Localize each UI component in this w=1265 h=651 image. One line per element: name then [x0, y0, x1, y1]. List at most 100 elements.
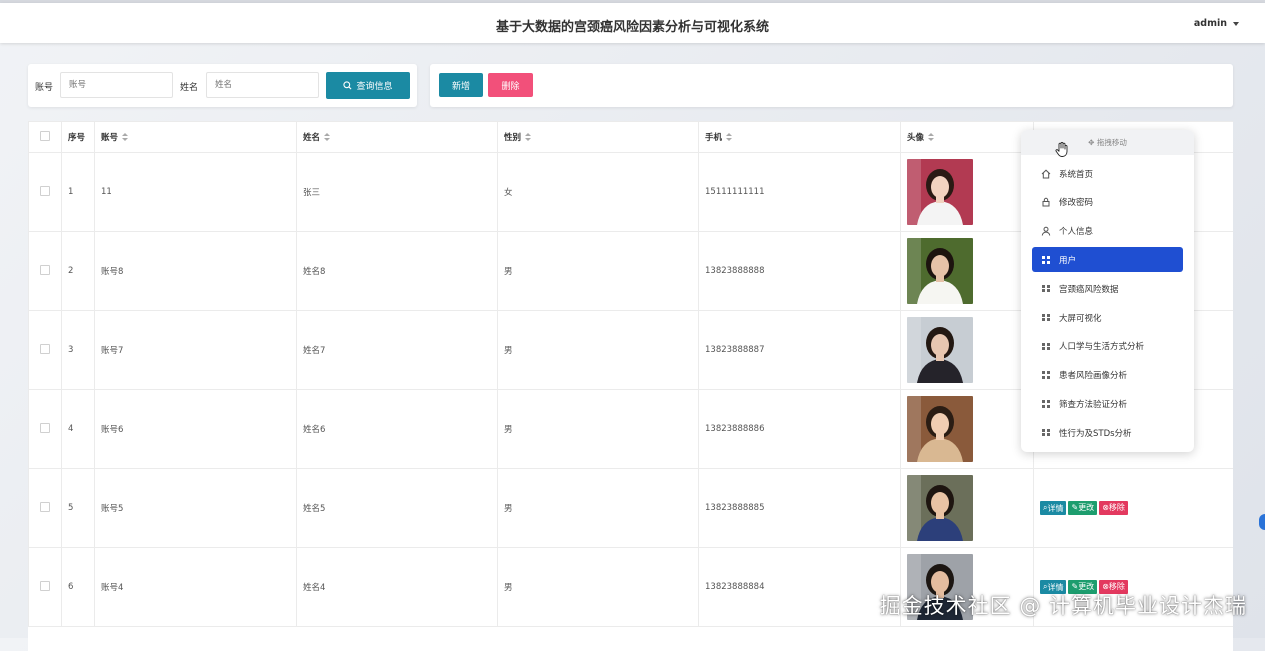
row-gender: 男: [497, 547, 699, 627]
row-gender: 男: [497, 310, 699, 390]
row-gender: 男: [497, 468, 699, 548]
row-gender: 男: [497, 389, 699, 469]
side-toggle-handle[interactable]: [1259, 514, 1265, 530]
row-avatar: [900, 152, 1034, 232]
lock-icon: [1041, 197, 1051, 207]
menu-item[interactable]: 人口学与生活方式分析: [1032, 334, 1183, 359]
sort-icon[interactable]: [928, 133, 935, 142]
add-button[interactable]: 新增: [439, 73, 483, 97]
menu-item[interactable]: 个人信息: [1032, 219, 1183, 244]
row-avatar: [900, 468, 1034, 548]
menu-item[interactable]: 大屏可视化: [1032, 305, 1183, 330]
row-phone: 13823888885: [698, 468, 901, 548]
column-header-avatar[interactable]: 头像: [900, 121, 1034, 153]
row-avatar: [900, 310, 1034, 390]
search-button[interactable]: 查询信息: [326, 72, 410, 99]
row-actions: ⌕ 详情 ✎ 更改 ⊗ 移除: [1033, 468, 1233, 548]
menu-item-label: 系统首页: [1059, 169, 1094, 180]
menu-item-label: 修改密码: [1059, 198, 1094, 209]
menu-item-label: 患者风险画像分析: [1059, 371, 1128, 382]
view-button[interactable]: ⌕ 详情: [1040, 501, 1067, 516]
sort-icon[interactable]: [525, 133, 532, 142]
column-header-name[interactable]: 姓名: [296, 121, 498, 153]
row-checkbox[interactable]: [40, 264, 50, 275]
row-checkbox[interactable]: [40, 343, 50, 354]
drag-handle[interactable]: ✥ 拖拽移动: [1021, 130, 1194, 155]
table-row[interactable]: 5 账号5 姓名5 男 13823888885 ⌕ 详情 ✎ 更改 ⊗ 移除: [28, 468, 1233, 548]
menu-item-label: 用户: [1059, 255, 1077, 266]
row-account: 账号8: [94, 231, 297, 311]
menu-item[interactable]: 性行为及STDs分析: [1032, 420, 1183, 445]
sort-icon[interactable]: [726, 133, 733, 142]
select-all-checkbox[interactable]: [40, 130, 50, 141]
account-search-input[interactable]: [60, 72, 173, 98]
column-header-label: 性别: [504, 133, 522, 143]
menu-item[interactable]: 患者风险画像分析: [1032, 363, 1183, 388]
remove-button[interactable]: ⊗ 移除: [1099, 500, 1128, 515]
grid-icon: [1041, 341, 1051, 351]
user-icon: [1041, 226, 1051, 236]
row-checkbox[interactable]: [40, 580, 50, 591]
row-phone: 15111111111: [698, 152, 901, 232]
pencil-icon: ✎: [1071, 503, 1079, 513]
menu-item[interactable]: 修改密码: [1032, 190, 1183, 215]
row-name: 姓名4: [296, 547, 498, 627]
sort-icon[interactable]: [122, 133, 129, 142]
column-header: 序号: [61, 121, 95, 153]
remove-circle-icon: ⊗: [1102, 503, 1109, 513]
account-label: 账号: [35, 83, 54, 93]
menu-item-label: 大屏可视化: [1059, 313, 1102, 324]
menu-item[interactable]: 宫颈癌风险数据: [1032, 276, 1183, 301]
column-header-label: 账号: [101, 133, 119, 143]
menu-item[interactable]: 系统首页: [1032, 161, 1183, 186]
name-label: 姓名: [180, 83, 199, 93]
row-avatar: [900, 389, 1034, 469]
grid-icon: [1041, 284, 1051, 294]
hand-cursor-icon: [1055, 142, 1068, 157]
user-menu[interactable]: admin: [1194, 18, 1239, 29]
grid-icon: [1041, 428, 1051, 438]
row-phone: 13823888888: [698, 231, 901, 311]
column-header-phone[interactable]: 手机: [698, 121, 901, 153]
avatar: [907, 238, 973, 304]
grid-icon: [1041, 370, 1051, 380]
row-account: 11: [94, 152, 297, 232]
row-checkbox[interactable]: [40, 501, 50, 512]
row-index: 1: [61, 152, 95, 232]
search-panel: 账号 姓名 查询信息: [28, 64, 417, 107]
row-phone: 13823888884: [698, 547, 901, 627]
row-gender: 男: [497, 231, 699, 311]
menu-item-label: 人口学与生活方式分析: [1059, 342, 1145, 353]
edit-label: 更改: [1078, 503, 1095, 513]
sort-icon[interactable]: [324, 133, 331, 142]
menu-item[interactable]: 用户: [1032, 247, 1183, 273]
row-name: 张三: [296, 152, 498, 232]
name-search-input[interactable]: [206, 72, 319, 98]
row-index: 5: [61, 468, 95, 548]
home-icon: [1041, 169, 1051, 179]
search-button-label: 查询信息: [356, 82, 393, 92]
row-name: 姓名6: [296, 389, 498, 469]
column-header-gender[interactable]: 性别: [497, 121, 699, 153]
page-title: 基于大数据的宫颈癌风险因素分析与可视化系统: [495, 20, 769, 35]
row-avatar: [900, 231, 1034, 311]
search-icon: [343, 81, 352, 90]
view-label: 详情: [1047, 503, 1064, 513]
column-header-account[interactable]: 账号: [94, 121, 297, 153]
row-checkbox[interactable]: [40, 185, 50, 196]
chevron-down-icon: [1233, 21, 1239, 26]
grid-icon: [1041, 399, 1051, 409]
column-header-label: 头像: [907, 133, 925, 143]
row-checkbox[interactable]: [40, 422, 50, 433]
row-index: 6: [61, 547, 95, 627]
row-phone: 13823888886: [698, 389, 901, 469]
menu-item-label: 宫颈癌风险数据: [1059, 284, 1119, 295]
row-name: 姓名7: [296, 310, 498, 390]
edit-button[interactable]: ✎ 更改: [1068, 500, 1098, 515]
action-panel: 新增 删除: [430, 64, 1233, 107]
delete-button[interactable]: 删除: [488, 73, 533, 97]
avatar: [907, 475, 973, 541]
avatar: [907, 159, 973, 225]
user-name: admin: [1193, 18, 1227, 29]
menu-item[interactable]: 筛查方法验证分析: [1032, 391, 1183, 416]
